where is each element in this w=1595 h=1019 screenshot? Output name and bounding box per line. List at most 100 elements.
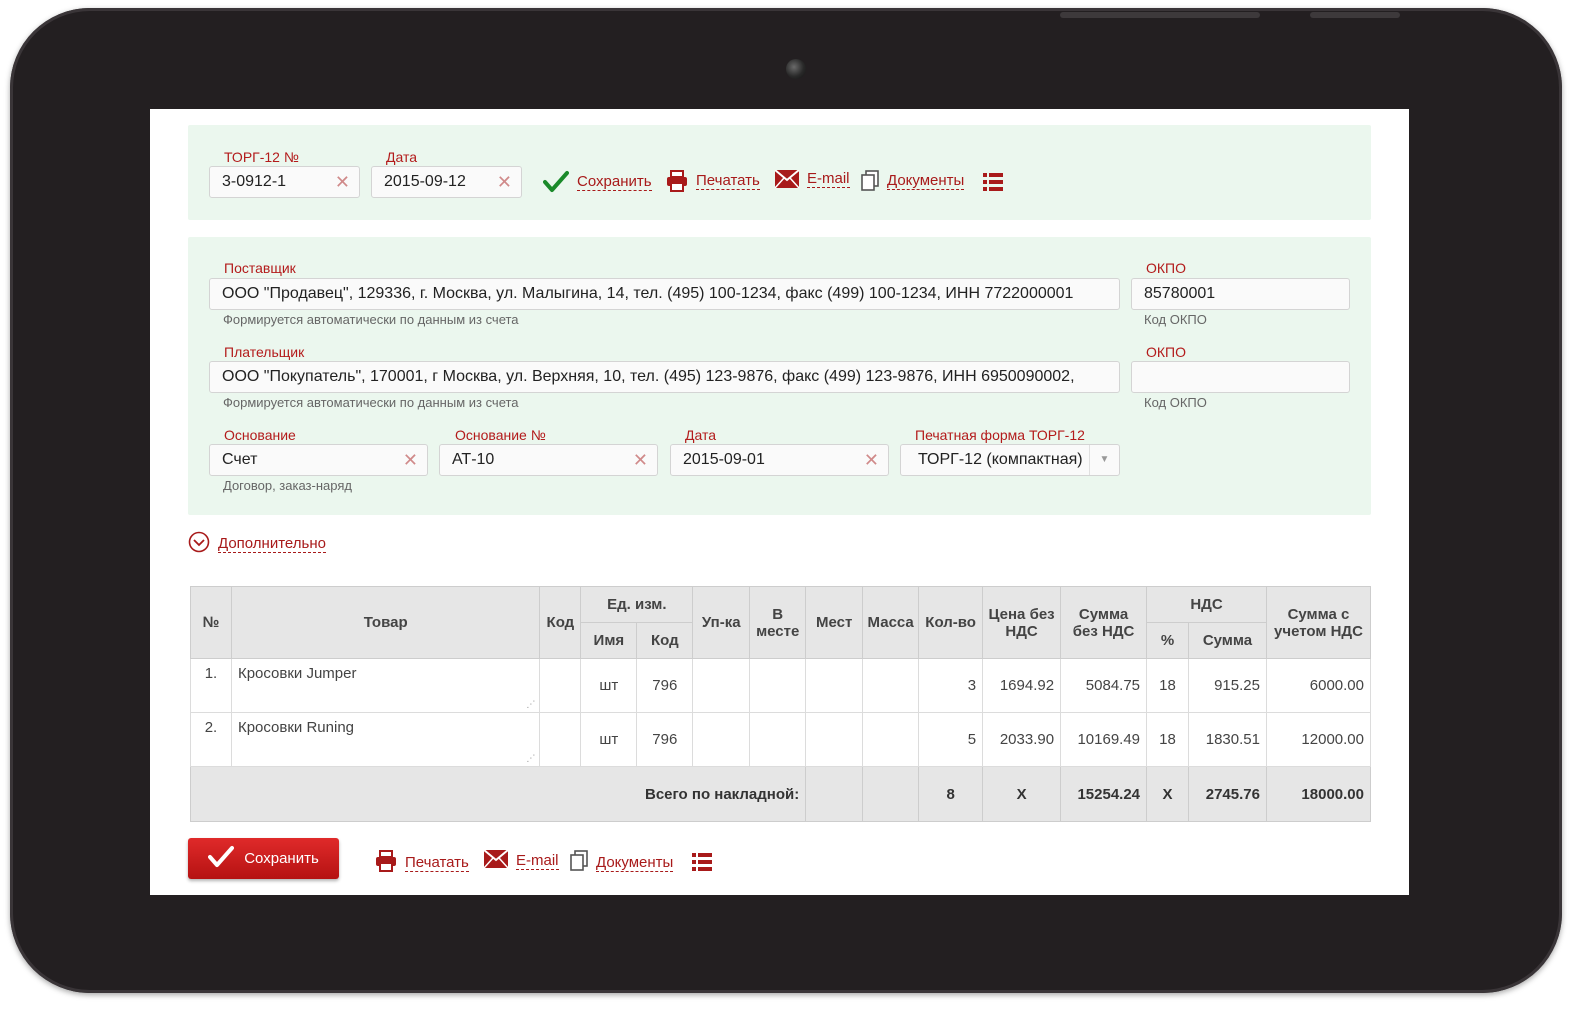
list-icon xyxy=(692,852,712,876)
power-button xyxy=(1310,12,1400,18)
mass-cell[interactable] xyxy=(862,658,920,713)
pack-cell[interactable] xyxy=(692,658,751,713)
print-link[interactable]: Печатать xyxy=(666,170,760,192)
code-cell[interactable] xyxy=(539,712,582,767)
more-options-label: Дополнительно xyxy=(218,534,326,553)
supplier-hint: Формируется автоматически по данным из с… xyxy=(223,312,519,327)
vat-pct-cell[interactable]: 18 xyxy=(1146,712,1189,767)
chevron-down-icon[interactable]: ▼ xyxy=(1089,445,1119,475)
qty-cell[interactable]: 5 xyxy=(918,712,984,767)
items-table: № Товар Код Ед. изм. Уп-ка Вместе Мест М… xyxy=(189,586,1372,822)
supplier-okpo-hint: Код ОКПО xyxy=(1144,312,1207,327)
footer-print-link[interactable]: Печатать xyxy=(375,850,469,876)
list-menu-button[interactable] xyxy=(983,172,1011,192)
basis-hint: Договор, заказ-наряд xyxy=(223,478,352,493)
documents-link[interactable]: Документы xyxy=(861,170,965,192)
basis-date-field[interactable]: 2015-09-01 ✕ xyxy=(670,444,889,476)
doc-number-field[interactable]: 3-0912-1 ✕ xyxy=(209,166,360,198)
clear-icon[interactable]: ✕ xyxy=(633,445,648,475)
total-cell[interactable]: 6000.00 xyxy=(1265,658,1372,713)
screen: ТОРГ-12 № 3-0912-1 ✕ Дата 2015-09-12 ✕ С… xyxy=(150,109,1409,895)
totals-total: 18000.00 xyxy=(1265,766,1372,822)
price-cell[interactable]: 1694.92 xyxy=(982,658,1062,713)
payer-hint: Формируется автоматически по данным из с… xyxy=(223,395,519,410)
in-place-cell[interactable] xyxy=(749,712,807,767)
product-cell[interactable]: Кросовки Runing ⋰ xyxy=(230,712,541,767)
footer-list-menu-button[interactable] xyxy=(692,852,720,876)
date-label: Дата xyxy=(386,149,418,165)
col-total: Сумма с учетом НДС xyxy=(1265,586,1372,659)
check-icon xyxy=(208,845,235,873)
more-options-toggle[interactable]: Дополнительно xyxy=(188,531,326,557)
total-cell[interactable]: 12000.00 xyxy=(1265,712,1372,767)
supplier-field[interactable]: ООО "Продавец", 129336, г. Москва, ул. М… xyxy=(209,278,1120,310)
vat-pct-cell[interactable]: 18 xyxy=(1146,658,1189,713)
clear-icon[interactable]: ✕ xyxy=(403,445,418,475)
payer-okpo-field[interactable] xyxy=(1131,361,1350,393)
totals-row: Всего по накладной: 8 X 15254.24 X 2745.… xyxy=(189,766,1372,822)
product-cell[interactable]: Кросовки Jumper ⋰ xyxy=(230,658,541,713)
unit-name-cell[interactable]: шт xyxy=(580,658,638,713)
list-icon xyxy=(983,172,1003,192)
supplier-okpo-field[interactable]: 85780001 xyxy=(1131,278,1350,310)
col-vat-sum: Сумма xyxy=(1188,622,1267,659)
clear-icon[interactable]: ✕ xyxy=(497,167,512,197)
email-link-label: E-mail xyxy=(807,169,850,188)
vat-sum-cell[interactable]: 1830.51 xyxy=(1188,712,1267,767)
pack-cell[interactable] xyxy=(692,712,751,767)
resize-handle-icon[interactable]: ⋰ xyxy=(526,753,535,764)
totals-places xyxy=(805,766,864,822)
totals-vat-sum: 2745.76 xyxy=(1188,766,1267,822)
sum-cell[interactable]: 5084.75 xyxy=(1060,658,1148,713)
unit-name-cell[interactable]: шт xyxy=(580,712,638,767)
save-link[interactable]: Сохранить xyxy=(543,170,652,194)
volume-button xyxy=(1060,12,1260,18)
col-places: Мест xyxy=(805,586,864,659)
col-code: Код xyxy=(539,586,582,659)
clear-icon[interactable]: ✕ xyxy=(864,445,879,475)
col-vat: НДС xyxy=(1146,586,1267,623)
code-cell[interactable] xyxy=(539,658,582,713)
col-product: Товар xyxy=(230,586,541,659)
row-number: 2. xyxy=(190,712,232,767)
basis-number-field[interactable]: АТ-10 ✕ xyxy=(439,444,658,476)
col-mass: Масса xyxy=(862,586,920,659)
save-button[interactable]: Сохранить xyxy=(188,838,339,879)
col-vat-pct: % xyxy=(1146,622,1189,659)
print-link-label: Печатать xyxy=(696,171,760,190)
payer-field[interactable]: ООО "Покупатель", 170001, г Москва, ул. … xyxy=(209,361,1120,393)
unit-code-cell[interactable]: 796 xyxy=(636,658,694,713)
mass-cell[interactable] xyxy=(862,712,920,767)
col-qty: Кол-во xyxy=(918,586,984,659)
vat-sum-cell[interactable]: 915.25 xyxy=(1188,658,1267,713)
table-row: 2. Кросовки Runing ⋰ шт 796 5 2033.90 101… xyxy=(190,712,1372,767)
basis-field[interactable]: Счет ✕ xyxy=(209,444,428,476)
price-cell[interactable]: 2033.90 xyxy=(982,712,1062,767)
resize-handle-icon[interactable]: ⋰ xyxy=(526,699,535,710)
col-no: № xyxy=(190,586,232,659)
unit-code-cell[interactable]: 796 xyxy=(636,712,694,767)
documents-icon xyxy=(861,170,879,192)
totals-qty: 8 xyxy=(918,766,984,822)
documents-icon xyxy=(570,850,588,876)
footer-email-link[interactable]: E-mail xyxy=(483,849,559,872)
totals-mass xyxy=(862,766,920,822)
footer-documents-link[interactable]: Документы xyxy=(570,850,674,876)
clear-icon[interactable]: ✕ xyxy=(335,167,350,197)
payer-okpo-hint: Код ОКПО xyxy=(1144,395,1207,410)
qty-cell[interactable]: 3 xyxy=(918,658,984,713)
sum-cell[interactable]: 10169.49 xyxy=(1060,712,1148,767)
print-form-select[interactable]: ТОРГ-12 (компактная) ▼ xyxy=(900,444,1120,476)
col-unit: Ед. изм. xyxy=(580,586,694,623)
date-field[interactable]: 2015-09-12 ✕ xyxy=(371,166,522,198)
col-price: Цена без НДС xyxy=(982,586,1062,659)
email-link[interactable]: E-mail xyxy=(775,170,850,188)
totals-price: X xyxy=(982,766,1062,822)
places-cell[interactable] xyxy=(805,658,864,713)
totals-label: Всего по накладной: xyxy=(189,766,807,822)
doc-number-label: ТОРГ-12 № xyxy=(224,149,299,165)
supplier-label: Поставщик xyxy=(224,260,296,276)
supplier-okpo-label: ОКПО xyxy=(1146,260,1186,276)
in-place-cell[interactable] xyxy=(749,658,807,713)
places-cell[interactable] xyxy=(805,712,864,767)
